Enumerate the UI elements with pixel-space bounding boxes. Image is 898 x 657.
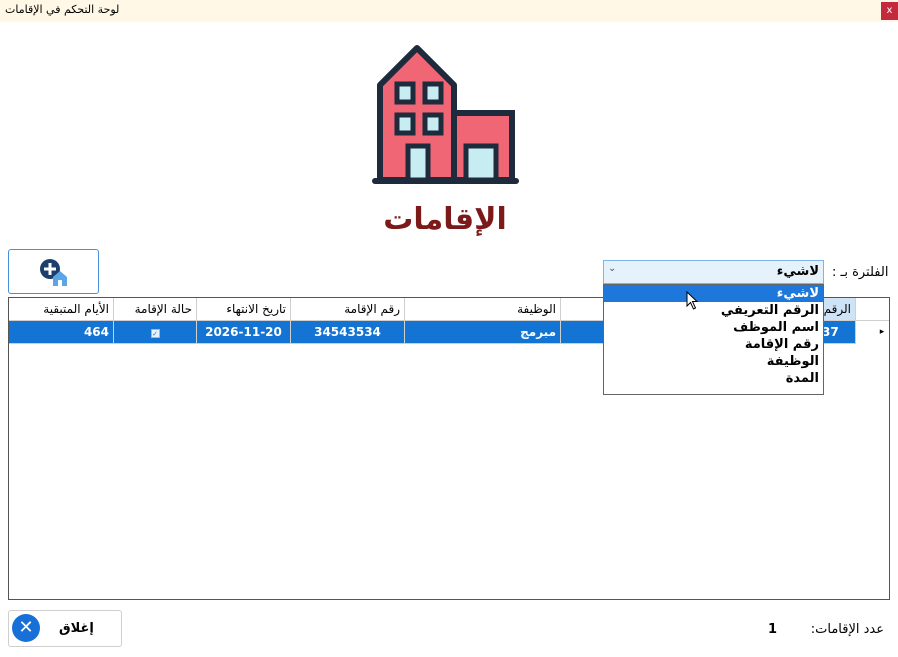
filter-option-job[interactable]: الوظيفة [604, 353, 823, 370]
add-residence-button[interactable] [8, 249, 99, 294]
cell-residence-number[interactable]: 34543534 [291, 321, 405, 344]
cell-job[interactable]: مبرمج [405, 321, 561, 344]
filter-combobox[interactable]: لاشيء ⌄ [603, 260, 824, 284]
chevron-down-icon[interactable]: ⌄ [608, 263, 616, 274]
filter-option-employee-name[interactable]: اسم الموظف [604, 319, 823, 336]
add-house-icon [40, 259, 67, 286]
status-checkbox[interactable]: ✓ [150, 329, 160, 338]
column-header-status[interactable]: حالة الإقامة [114, 298, 197, 321]
page-title: الإقامات [383, 202, 507, 237]
cell-days-remaining[interactable]: 464 [9, 321, 114, 344]
cell-status[interactable]: ✓ [114, 321, 197, 344]
row-selector-arrow-icon[interactable]: ▸ [874, 321, 889, 344]
title-bar: لوحة التحكم في الإقامات x [0, 0, 898, 22]
filter-option-id[interactable]: الرقم التعريفي [604, 302, 823, 319]
column-header-days-remaining[interactable]: الأيام المتبقية [9, 298, 114, 321]
house-logo-icon [372, 45, 519, 184]
column-header-residence-number[interactable]: رقم الإقامة [291, 298, 405, 321]
residence-count-label: عدد الإقامات: [810, 622, 884, 637]
row-header-corner [856, 298, 889, 321]
filter-selected-value: لاشيء [776, 264, 819, 279]
filter-option-none[interactable]: لاشيء [604, 285, 823, 302]
mouse-cursor-icon [686, 291, 699, 310]
close-button[interactable]: ✕ إغلاق [8, 610, 122, 647]
filter-option-residence-number[interactable]: رقم الإقامة [604, 336, 823, 353]
column-header-job[interactable]: الوظيفة [405, 298, 561, 321]
residence-count-value: 1 [768, 622, 778, 637]
column-header-expiry-date[interactable]: تاريخ الانتهاء [197, 298, 291, 321]
window-close-button[interactable]: x [881, 2, 898, 20]
filter-option-duration[interactable]: المدة [604, 370, 823, 387]
close-icon: ✕ [12, 614, 40, 642]
cell-expiry-date[interactable]: 2026-11-20 [197, 321, 291, 344]
filter-label: الفلترة بـ : [832, 265, 889, 280]
filter-dropdown-list[interactable]: لاشيء الرقم التعريفي اسم الموظف رقم الإق… [603, 284, 824, 395]
close-button-label: إغلاق [59, 621, 94, 636]
window-title: لوحة التحكم في الإقامات [5, 3, 120, 16]
